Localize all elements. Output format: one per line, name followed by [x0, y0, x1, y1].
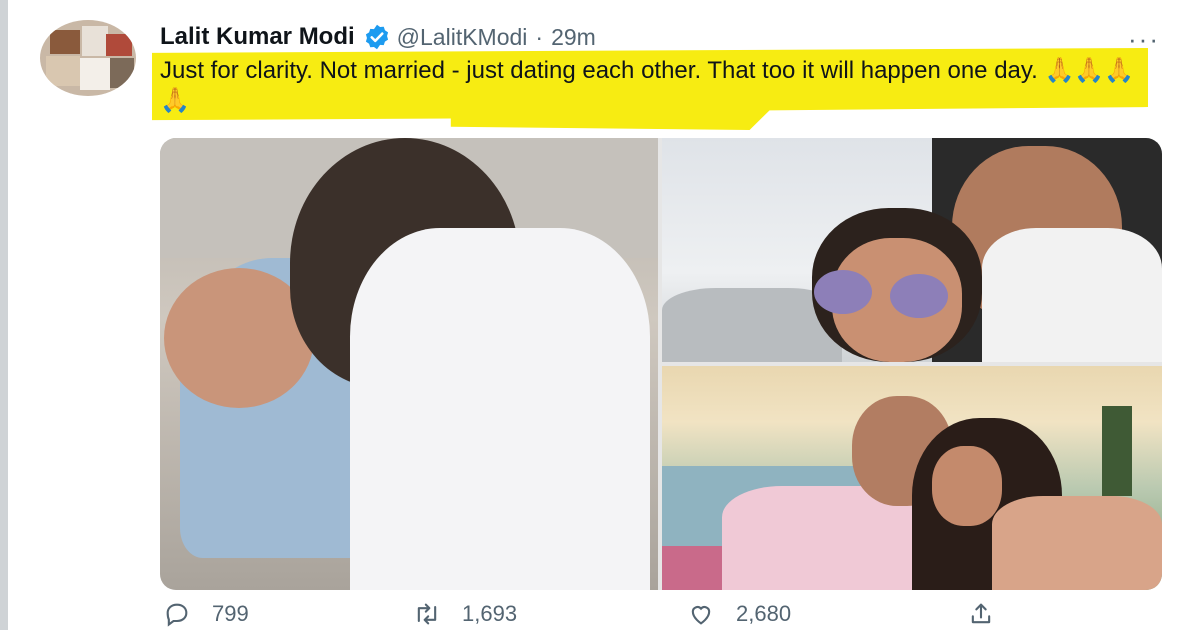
photo-3[interactable] — [662, 366, 1162, 590]
retweet-count: 1,693 — [462, 601, 518, 626]
timestamp[interactable]: 29m — [551, 24, 596, 51]
retweet-button[interactable]: 1,693 — [410, 600, 517, 628]
retweet-icon — [417, 603, 437, 625]
tweet-actions: 799 1,693 2,680 — [160, 600, 1040, 630]
like-button[interactable]: 2,680 — [684, 600, 791, 628]
photo-2[interactable] — [662, 138, 1162, 362]
verified-badge-icon — [365, 24, 388, 50]
window-edge — [0, 0, 8, 630]
reply-button[interactable]: 799 — [160, 600, 249, 628]
tweet-header: Lalit Kumar Modi @LalitKModi · 29m — [160, 20, 596, 54]
reply-icon — [166, 603, 188, 627]
author-name[interactable]: Lalit Kumar Modi — [160, 23, 355, 51]
photo-1[interactable] — [160, 138, 658, 590]
reply-count: 799 — [212, 601, 249, 626]
like-count: 2,680 — [736, 601, 792, 626]
like-icon — [691, 606, 711, 625]
author-handle[interactable]: @LalitKModi — [397, 24, 528, 51]
tweet-media-grid[interactable] — [160, 138, 1162, 590]
share-icon — [971, 603, 991, 624]
separator-dot: · — [535, 23, 544, 50]
tweet-text: Just for clarity. Not married - just dat… — [160, 57, 1135, 114]
avatar[interactable] — [40, 20, 136, 96]
share-button[interactable] — [964, 600, 998, 628]
